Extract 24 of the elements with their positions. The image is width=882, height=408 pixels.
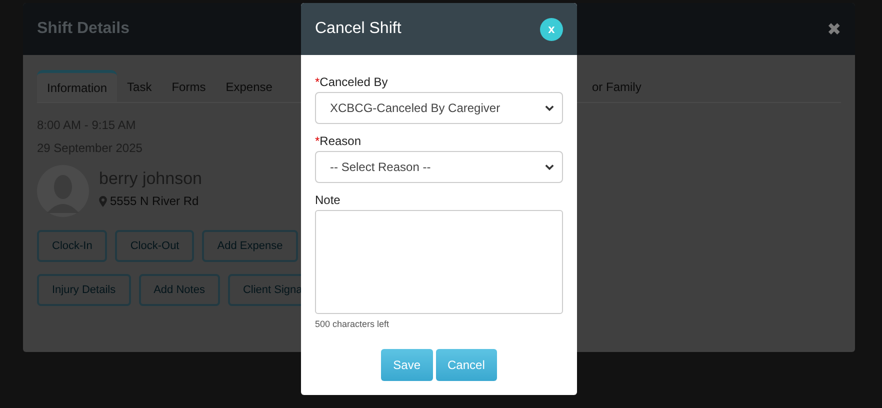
field-label: Canceled By [320, 75, 388, 89]
dialog-title: Cancel Shift [315, 20, 402, 38]
tab[interactable]: Information [37, 70, 118, 102]
chevron-down-icon [545, 105, 554, 111]
field-label: Note [315, 193, 340, 207]
close-button[interactable]: x [540, 18, 563, 40]
action-button[interactable]: Injury Details [37, 274, 131, 306]
dialog-button[interactable]: Save [381, 349, 432, 381]
note-field[interactable] [315, 210, 563, 314]
chevron-down-icon [545, 164, 554, 170]
close-button[interactable]: ✖ [827, 18, 841, 40]
dropdown[interactable]: XCBCG-Canceled By Caregiver [315, 92, 563, 124]
dropdown[interactable]: -- Select Reason -- [315, 151, 563, 183]
action-button[interactable]: Add Expense [202, 230, 298, 262]
required-mark: * [315, 75, 320, 89]
map-pin-icon [99, 196, 107, 206]
field-label: Reason [320, 134, 362, 148]
action-button[interactable]: Clock-Out [115, 230, 194, 262]
action-button[interactable]: Clock-In [37, 230, 108, 262]
dialog-title: Shift Details [37, 20, 130, 38]
character-count: 500 characters left [315, 319, 390, 329]
required-mark: * [315, 134, 320, 148]
dialog-button[interactable]: Cancel [436, 349, 497, 381]
action-button[interactable]: Add Notes [138, 274, 220, 306]
